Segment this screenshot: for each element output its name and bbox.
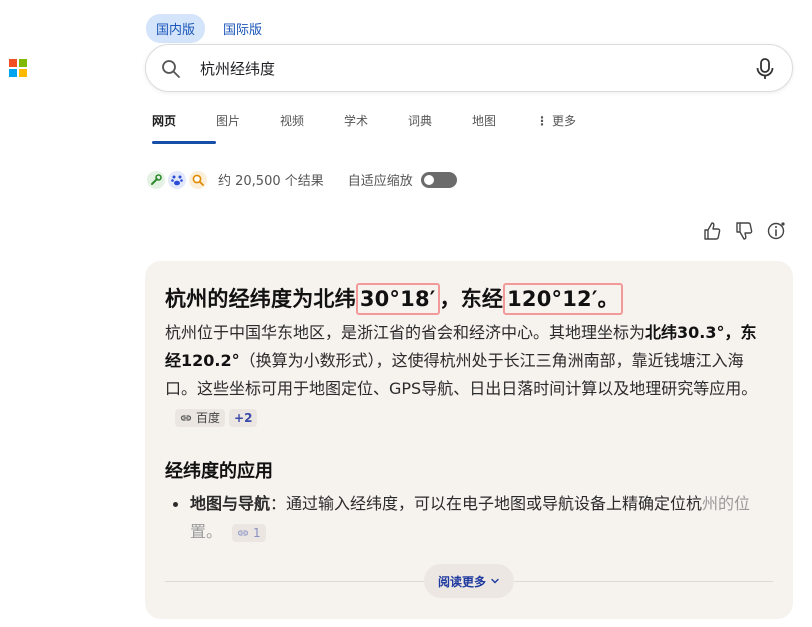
bullet-title: 地图与导航	[190, 494, 271, 513]
chevron-down-icon	[491, 578, 499, 584]
logo-red	[9, 59, 17, 67]
tab-label: 地图	[472, 114, 497, 128]
search-tabs: 网页 图片 视频 学术 词典 地图 ⋮ 更多	[152, 112, 600, 144]
citation-baidu[interactable]: 百度	[175, 408, 226, 427]
magnifier-icon[interactable]	[189, 170, 207, 189]
logo-green	[19, 59, 27, 67]
tab-label: 网页	[152, 114, 177, 128]
feedback-bar	[702, 221, 786, 241]
thumbs-down-icon[interactable]	[734, 221, 754, 241]
tab-videos[interactable]: 视频	[280, 112, 344, 138]
tab-label: 视频	[280, 114, 305, 128]
more-dots-icon: ⋮	[536, 114, 548, 128]
answer-title-mid: ，东经	[439, 287, 504, 311]
para-text-a: 杭州位于中国华东地区，是浙江省的省会和经济中心。其地理坐标为	[165, 323, 646, 342]
microphone-icon[interactable]	[754, 57, 776, 81]
answer-paragraph: 杭州位于中国华东地区，是浙江省的省会和经济中心。其地理坐标为北纬30.3°，东经…	[165, 319, 765, 431]
tab-images[interactable]: 图片	[216, 112, 280, 138]
tab-dictionary[interactable]: 词典	[408, 112, 472, 138]
tab-label: 图片	[216, 114, 241, 128]
bullet-text: 地图与导航：通过输入经纬度，可以在电子地图或导航设备上精确定位杭州的位置。 1	[190, 490, 773, 546]
search-input[interactable]	[198, 58, 722, 78]
tab-academic[interactable]: 学术	[344, 112, 408, 138]
tab-more[interactable]: ⋮ 更多	[536, 112, 600, 138]
answer-headline: 杭州的经纬度为北纬 30°18′ ，东经 120°12′。	[165, 283, 623, 315]
citation-1[interactable]: 1	[232, 523, 266, 542]
search-icon[interactable]	[161, 59, 181, 79]
link-icon	[180, 414, 192, 421]
result-count: 约 20,500 个结果	[218, 174, 324, 189]
citation-label: 1	[253, 525, 261, 540]
bullet-item: 地图与导航：通过输入经纬度，可以在电子地图或导航设备上精确定位杭州的位置。 1	[173, 490, 773, 546]
adaptive-zoom-toggle[interactable]	[420, 171, 457, 188]
bullet-body: ：通过输入经纬度，可以在电子地图或导航设备上精确定位杭	[270, 494, 703, 513]
link-icon	[237, 529, 249, 536]
tab-label: 词典	[408, 114, 433, 128]
read-more-button[interactable]: 阅读更多	[424, 564, 514, 598]
tab-label: 更多	[552, 114, 577, 128]
longitude-value: 120°12′	[507, 287, 598, 311]
para-bold-comma: ，	[724, 323, 741, 342]
latitude-highlight: 30°18′	[355, 283, 440, 315]
baidu-paw-icon[interactable]	[168, 170, 186, 189]
para-bold-lat: 北纬30.3°	[645, 323, 725, 342]
answer-title-prefix: 杭州的经纬度为北纬	[165, 287, 356, 311]
adaptive-zoom-label: 自适应缩放	[347, 174, 413, 189]
logo-yellow	[19, 69, 27, 77]
wrench-icon[interactable]	[147, 170, 165, 189]
longitude-highlight: 120°12′。	[503, 283, 623, 315]
tab-maps[interactable]: 地图	[472, 112, 536, 138]
microsoft-logo[interactable]	[9, 59, 27, 77]
answer-title-suffix: 。	[597, 287, 619, 311]
section-title: 经纬度的应用	[165, 461, 273, 482]
market-switch: 国内版 国际版	[146, 14, 272, 43]
tab-web[interactable]: 网页	[152, 112, 216, 144]
search-box	[145, 44, 793, 92]
citation-label: 百度	[196, 410, 221, 425]
para-text-d: （换算为小数形式），这使得杭州处于长江三角洲南部，靠近钱塘江入海口。这些坐标可用…	[165, 351, 758, 398]
read-more-label: 阅读更多	[437, 574, 486, 589]
result-meta: 约 20,500 个结果 自适应缩放	[147, 170, 457, 189]
tab-label: 学术	[344, 114, 369, 128]
thumbs-up-icon[interactable]	[702, 221, 722, 241]
logo-blue	[9, 69, 17, 77]
answer-card: 杭州的经纬度为北纬 30°18′ ，东经 120°12′。 杭州位于中国华东地区，是浙…	[145, 261, 793, 619]
bullet-dot	[173, 502, 178, 507]
info-icon[interactable]	[766, 221, 786, 241]
market-international[interactable]: 国际版	[213, 14, 272, 43]
citation-more[interactable]: +2	[229, 408, 258, 427]
market-domestic[interactable]: 国内版	[146, 14, 206, 43]
